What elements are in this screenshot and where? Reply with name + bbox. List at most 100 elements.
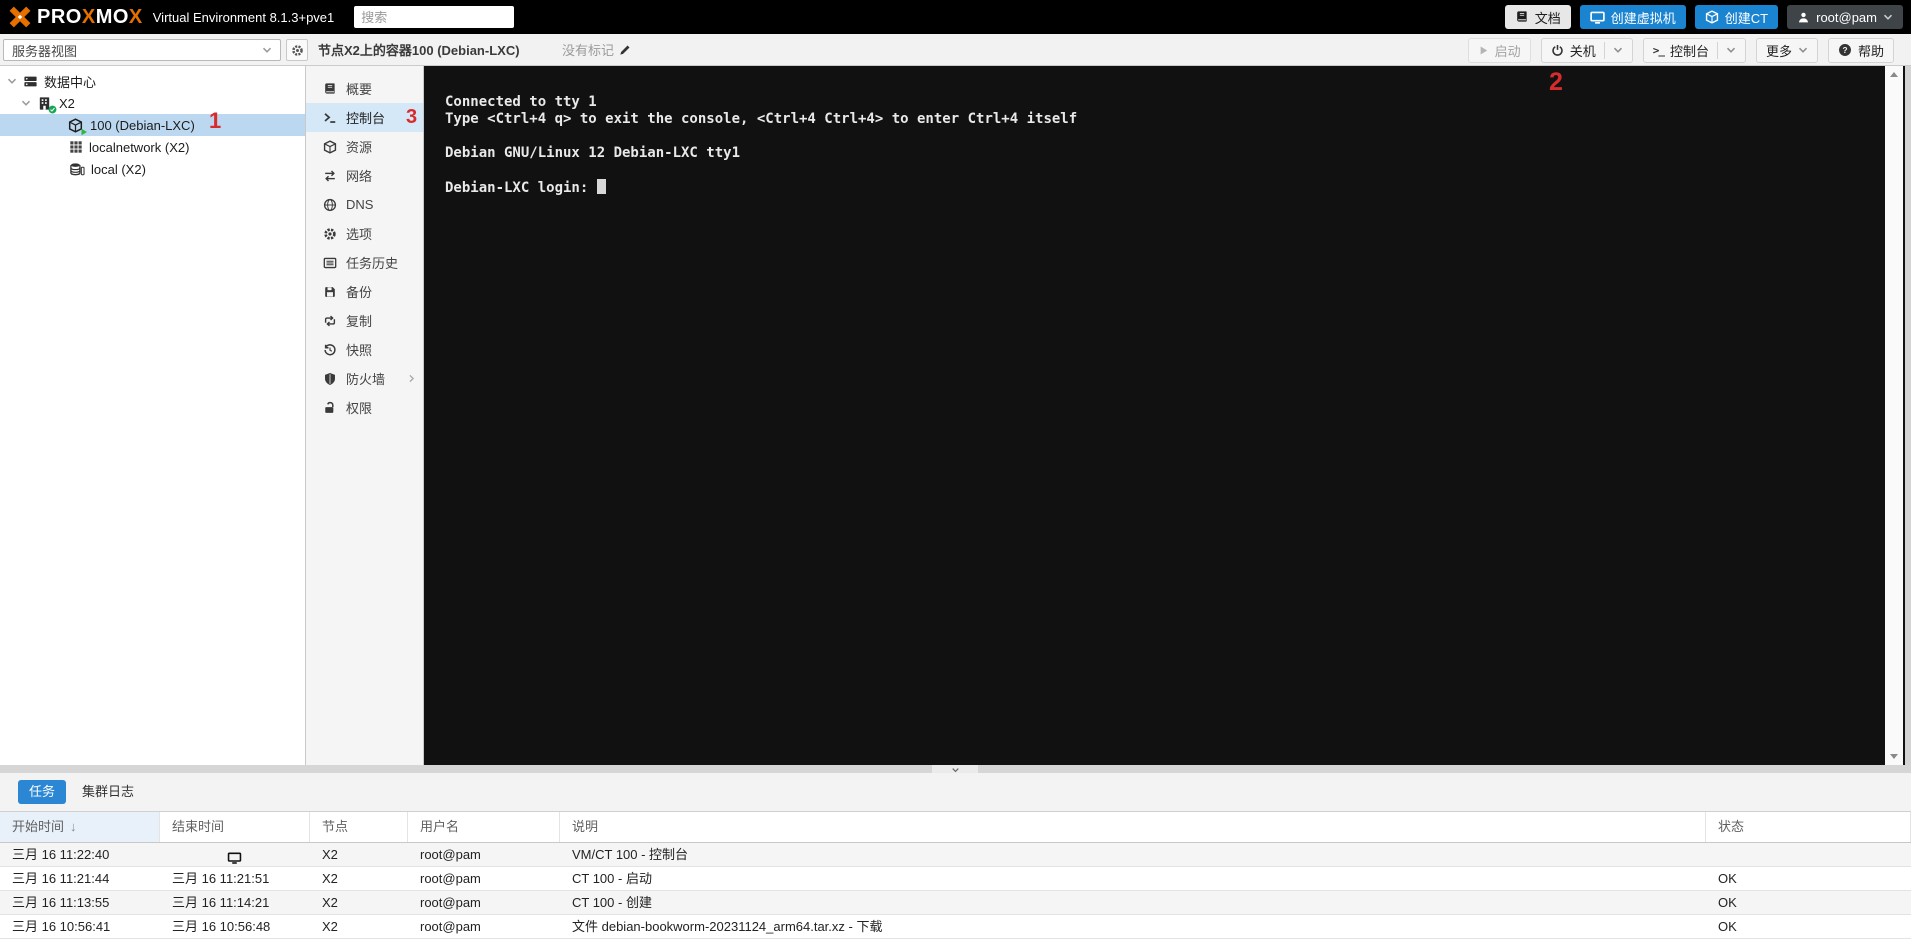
status-cell: OK <box>1718 919 1737 934</box>
running-play-icon <box>80 128 88 136</box>
window-edge <box>1905 66 1911 765</box>
tree-item-node-x2[interactable]: X2 <box>0 92 305 114</box>
create-vm-button[interactable]: 创建虚拟机 <box>1579 5 1686 29</box>
scroll-up-icon[interactable] <box>1890 72 1898 77</box>
menu-item-replication[interactable]: 复制 <box>306 306 423 335</box>
content-header: 服务器视图 节点X2上的容器100 (Debian-LXC) 没有标记 启动 关… <box>0 34 1911 66</box>
task-row[interactable]: 三月 16 11:21:44 三月 16 11:21:51 X2 root@pa… <box>0 867 1911 891</box>
column-header-end-time[interactable]: 结束时间 <box>160 812 310 842</box>
tree-item-localnetwork[interactable]: localnetwork (X2) <box>0 136 305 158</box>
console-line: Debian GNU/Linux 12 Debian-LXC tty1 <box>445 145 741 161</box>
retweet-icon <box>323 314 337 328</box>
column-header-user[interactable]: 用户名 <box>408 812 560 842</box>
column-header-status[interactable]: 状态 <box>1706 812 1911 842</box>
play-icon <box>1478 45 1489 56</box>
status-cell: OK <box>1718 895 1737 910</box>
proxmox-app: PROXMOX Virtual Environment 8.1.3+pve1 文… <box>0 0 1911 939</box>
view-selector[interactable]: 服务器视图 <box>3 39 281 61</box>
terminal-cursor <box>596 179 606 194</box>
chevron-down-icon <box>1726 45 1736 55</box>
tree-item-ct-100[interactable]: 100 (Debian-LXC) <box>0 114 305 136</box>
view-settings-button[interactable] <box>286 39 308 61</box>
pencil-icon <box>619 44 631 56</box>
task-row[interactable]: 三月 16 11:13:55 三月 16 11:14:21 X2 root@pa… <box>0 891 1911 915</box>
column-header-node[interactable]: 节点 <box>310 812 408 842</box>
config-menu: 概要 控制台 3 资源 网络 DNS 选项 任务历史 备份 复制 快照 防火墙 … <box>306 66 424 765</box>
topbar-actions: 文档 创建虚拟机 创建CT root@pam <box>1504 5 1903 29</box>
user-menu-button[interactable]: root@pam <box>1787 5 1903 29</box>
terminal-icon: >_ <box>1652 43 1665 57</box>
menu-item-firewall[interactable]: 防火墙 <box>306 364 423 393</box>
menu-item-snapshots[interactable]: 快照 <box>306 335 423 364</box>
active-console-monitor-icon <box>227 851 242 865</box>
book-icon <box>323 82 337 96</box>
menu-item-network[interactable]: 网络 <box>306 161 423 190</box>
divider <box>1716 41 1718 59</box>
list-icon <box>323 256 337 270</box>
console-terminal[interactable]: Connected to tty 1 Type <Ctrl+4 q> to ex… <box>424 66 1911 765</box>
menu-item-options[interactable]: 选项 <box>306 219 423 248</box>
create-ct-button[interactable]: 创建CT <box>1694 5 1779 29</box>
panel-splitter[interactable] <box>0 765 1911 773</box>
bottom-panel: 任务 集群日志 开始时间 结束时间 节点 用户名 说明 状态 三月 16 11:… <box>0 773 1911 939</box>
expander-icon <box>21 98 31 108</box>
search-input[interactable] <box>354 6 515 28</box>
chevron-down-icon <box>1798 45 1808 55</box>
tab-tasks[interactable]: 任务 <box>18 780 67 804</box>
proxmox-logo-icon <box>8 5 32 29</box>
tree-item-datacenter[interactable]: 数据中心 <box>0 70 305 92</box>
annotation-1: 1 <box>209 108 222 133</box>
tags-editor[interactable]: 没有标记 <box>562 34 631 65</box>
globe-icon <box>323 198 337 212</box>
menu-item-console[interactable]: 控制台 3 <box>306 103 423 132</box>
menu-item-summary[interactable]: 概要 <box>306 74 423 103</box>
tasks-table: 开始时间 结束时间 节点 用户名 说明 状态 三月 16 11:22:40 X2… <box>0 811 1911 939</box>
terminal-icon <box>323 111 337 125</box>
console-scrollbar[interactable] <box>1885 66 1903 765</box>
task-row[interactable]: 三月 16 10:56:41 三月 16 10:56:48 X2 root@pa… <box>0 915 1911 939</box>
status-cell <box>1706 843 1911 866</box>
unlock-icon <box>323 401 337 415</box>
cube-icon <box>323 140 337 154</box>
scroll-down-icon[interactable] <box>1890 754 1898 759</box>
book-icon <box>1515 10 1529 24</box>
network-grid-icon <box>69 140 83 154</box>
help-button[interactable]: 帮助 <box>1827 37 1894 63</box>
annotation-3: 3 <box>406 106 418 128</box>
documentation-button[interactable]: 文档 <box>1504 5 1571 29</box>
column-header-description[interactable]: 说明 <box>560 812 1706 842</box>
question-icon <box>1838 43 1852 57</box>
resource-tree: 数据中心 X2 100 (Debian-LXC) localnetwork (X… <box>0 66 306 765</box>
console-login-line: Debian-LXC login: <box>445 179 1077 196</box>
menu-item-backup[interactable]: 备份 <box>306 277 423 306</box>
menu-item-resources[interactable]: 资源 <box>306 132 423 161</box>
cube-icon <box>1705 10 1719 24</box>
column-header-start-time[interactable]: 开始时间 <box>0 812 160 842</box>
console-button[interactable]: >_ 控制台 <box>1642 37 1746 63</box>
chevron-right-icon <box>407 374 416 383</box>
menu-item-permissions[interactable]: 权限 <box>306 393 423 422</box>
menu-item-dns[interactable]: DNS <box>306 190 423 219</box>
divider <box>1603 41 1605 59</box>
task-row[interactable]: 三月 16 11:22:40 X2 root@pam VM/CT 100 - 控… <box>0 843 1911 867</box>
page-title: 节点X2上的容器100 (Debian-LXC) <box>318 43 520 58</box>
splitter-handle[interactable] <box>932 765 978 773</box>
more-button[interactable]: 更多 <box>1755 37 1818 63</box>
gear-icon <box>291 44 304 57</box>
start-button[interactable]: 启动 <box>1467 37 1531 63</box>
server-icon <box>23 74 38 89</box>
annotation-2: 2 <box>1549 68 1563 96</box>
gear-icon <box>323 227 337 241</box>
version-subtitle: Virtual Environment 8.1.3+pve1 <box>152 9 335 25</box>
menu-item-task-history[interactable]: 任务历史 <box>306 248 423 277</box>
shutdown-button[interactable]: 关机 <box>1540 37 1633 63</box>
proxmox-logo: PROXMOX <box>37 5 143 28</box>
console-line: Type <Ctrl+4 q> to exit the console, <Ct… <box>445 111 1078 127</box>
storage-icon <box>69 162 85 177</box>
chevron-down-icon <box>262 45 272 55</box>
tab-cluster-log[interactable]: 集群日志 <box>76 780 140 804</box>
console-output: Connected to tty 1 Type <Ctrl+4 q> to ex… <box>445 94 1077 196</box>
tree-item-local-storage[interactable]: local (X2) <box>0 158 305 180</box>
